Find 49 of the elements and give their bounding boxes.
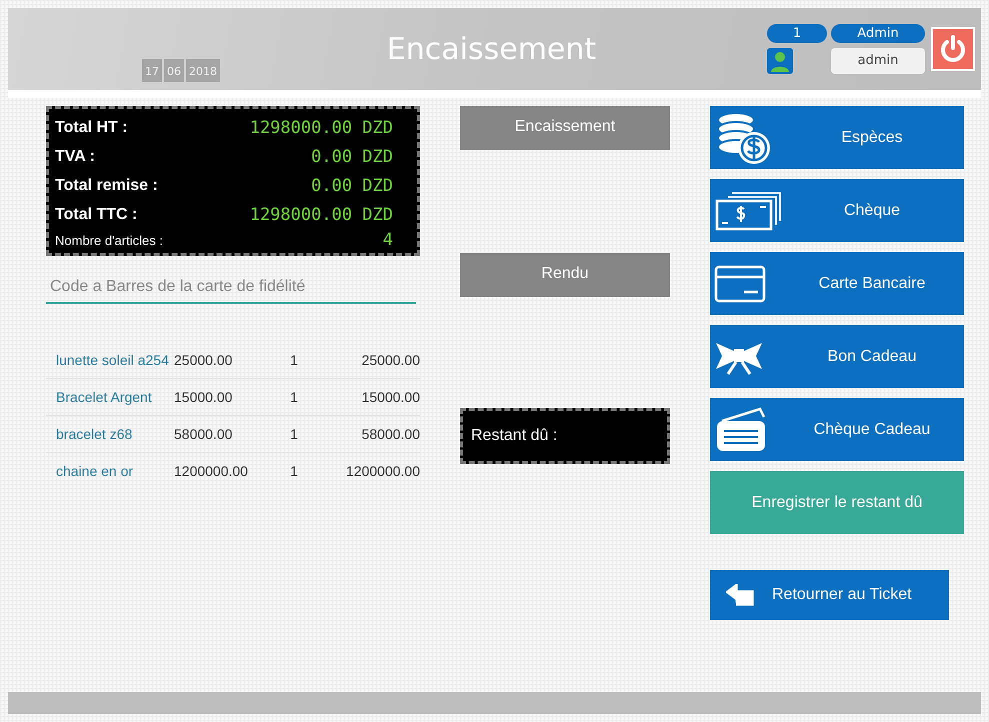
item-name: chaine en or — [56, 463, 134, 479]
item-quantity: 1 — [289, 426, 299, 442]
item-price: 15000.00 — [174, 389, 234, 405]
payment-method-button[interactable]: Chèque — [710, 179, 964, 242]
item-total: 15000.00 — [360, 389, 420, 405]
item-price: 1200000.00 — [174, 463, 249, 479]
total-value: 4 — [382, 230, 393, 250]
total-label: Total remise : — [55, 176, 158, 194]
save-remaining-button[interactable]: Enregistrer le restant dû — [710, 471, 964, 534]
item-quantity: 1 — [289, 352, 299, 368]
payment-method-button[interactable]: Chèque Cadeau — [710, 398, 964, 461]
payment-method-button[interactable]: Carte Bancaire — [710, 252, 964, 315]
total-value: 0.00 DZD — [311, 146, 393, 166]
item-price: 25000.00 — [174, 352, 234, 368]
date-segment: 06 — [164, 59, 184, 82]
payment-method-button[interactable]: Espèces — [710, 106, 964, 169]
item-quantity: 1 — [289, 463, 299, 479]
user-role: Admin — [831, 24, 925, 43]
action-button[interactable]: Encaissement — [460, 106, 670, 150]
item-name: bracelet z68 — [56, 426, 134, 442]
total-label: Total TTC : — [55, 206, 138, 224]
item-total: 58000.00 — [360, 426, 420, 442]
total-label: TVA : — [55, 148, 95, 166]
date-segment: 2018 — [186, 59, 220, 82]
total-label: Nombre d'articles : — [55, 232, 163, 248]
power-icon — [939, 35, 967, 63]
power-button[interactable] — [931, 27, 975, 71]
total-value: 1298000.00 DZD — [250, 118, 393, 138]
terminal-number: 1 — [767, 24, 827, 43]
item-price: 58000.00 — [174, 426, 234, 442]
back-arrow-icon — [726, 584, 754, 606]
item-quantity: 1 — [289, 389, 299, 405]
total-value: 1298000.00 DZD — [250, 204, 393, 224]
item-name: Bracelet Argent — [56, 389, 153, 405]
item-total: 25000.00 — [360, 352, 420, 368]
total-label: Total HT : — [55, 118, 128, 136]
user-name: admin — [831, 48, 925, 74]
back-button[interactable]: Retourner au Ticket — [710, 570, 949, 620]
item-name: lunette soleil a254 — [56, 352, 170, 368]
page-title: Encaissement — [386, 32, 596, 66]
payment-method-button[interactable]: Bon Cadeau — [710, 325, 964, 388]
credit-card-icon — [714, 264, 766, 302]
date-segment: 17 — [142, 59, 162, 82]
action-button[interactable]: Rendu — [460, 253, 670, 297]
item-total: 1200000.00 — [345, 463, 420, 479]
user-icon — [767, 48, 793, 74]
loyalty-card-field[interactable]: Code a Barres de la carte de fidélité — [46, 272, 416, 304]
remaining-label: Restant dû : — [471, 427, 558, 445]
total-value: 0.00 DZD — [311, 176, 393, 196]
